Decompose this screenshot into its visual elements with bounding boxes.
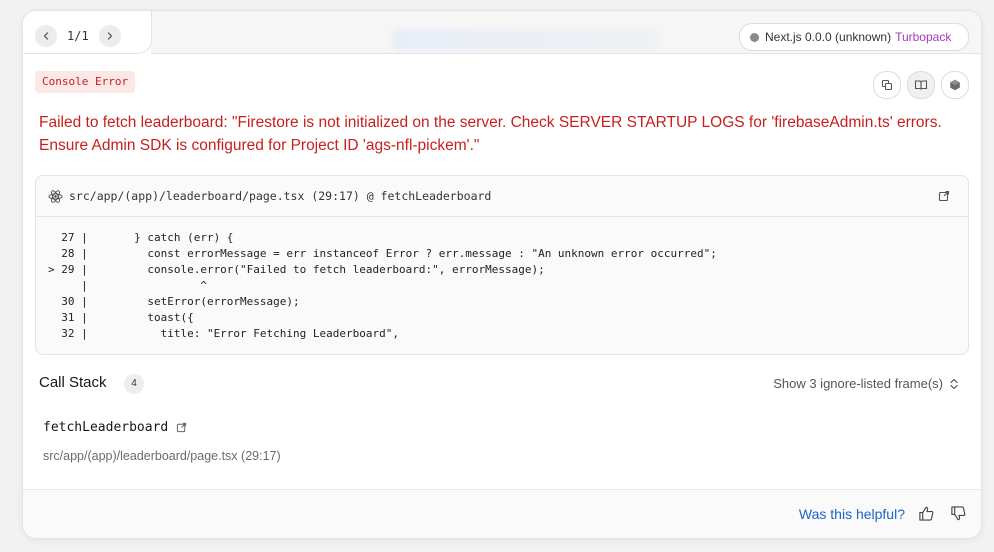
- external-link-icon: [938, 190, 950, 202]
- code-line-caret: | ^: [48, 279, 207, 292]
- prev-error-button[interactable]: [35, 25, 57, 47]
- show-ignored-frames-label: Show 3 ignore-listed frame(s): [773, 376, 943, 391]
- thumbs-down-button[interactable]: [950, 505, 967, 522]
- open-in-editor-button[interactable]: [938, 190, 950, 205]
- code-frame: src/app/(app)/leaderboard/page.tsx (29:1…: [35, 175, 969, 355]
- code-line-highlighted: > 29 | console.error("Failed to fetch le…: [48, 263, 545, 276]
- nextjs-logo-icon: [950, 79, 960, 91]
- code-line: 32 | title: "Error Fetching Leaderboard"…: [48, 327, 399, 340]
- version-label: Next.js 0.0.0 (unknown): [765, 30, 892, 44]
- code-line: 28 | const errorMessage = err instanceof…: [48, 247, 717, 260]
- error-overlay-dialog: 1/1 Next.js 0.0.0 (unknown) Turbopack Co…: [22, 10, 982, 539]
- external-link-icon: [177, 422, 187, 433]
- thumbs-up-button[interactable]: [918, 505, 935, 522]
- code-line: 31 | toast({: [48, 311, 194, 324]
- thumbs-down-icon: [951, 506, 966, 521]
- code-location: src/app/(app)/leaderboard/page.tsx (29:1…: [69, 189, 492, 203]
- react-icon: [48, 189, 63, 204]
- open-frame-button[interactable]: [176, 422, 187, 433]
- bundler-label: Turbopack: [895, 30, 952, 44]
- chevron-right-icon: [107, 32, 113, 40]
- stack-frame-name: fetchLeaderboard: [43, 420, 169, 435]
- copy-error-button[interactable]: [873, 71, 901, 99]
- nextjs-version-badge[interactable]: Next.js 0.0.0 (unknown) Turbopack: [739, 23, 969, 51]
- stack-frame-function: fetchLeaderboard: [43, 420, 187, 435]
- error-pager: 1/1: [67, 29, 89, 43]
- overlay-top-bar: 1/1 Next.js 0.0.0 (unknown) Turbopack: [23, 11, 981, 54]
- status-dot-icon: [750, 32, 759, 42]
- thumbs-up-icon: [919, 506, 934, 521]
- feedback-footer: Was this helpful?: [23, 489, 981, 538]
- code-line: 27 | } catch (err) {: [48, 231, 234, 244]
- error-message: Failed to fetch leaderboard: "Firestore …: [39, 114, 942, 154]
- feedback-prompt: Was this helpful?: [798, 506, 905, 522]
- book-icon: [914, 80, 928, 90]
- blurred-url-bar: [391, 29, 661, 51]
- nextjs-devtools-button[interactable]: [941, 71, 969, 99]
- call-stack-title: Call Stack: [39, 374, 107, 391]
- docs-button[interactable]: [907, 71, 935, 99]
- stack-frame-file: src/app/(app)/leaderboard/page.tsx (29:1…: [43, 449, 281, 463]
- code-line: 30 | setError(errorMessage);: [48, 295, 300, 308]
- show-ignored-frames-button[interactable]: Show 3 ignore-listed frame(s): [773, 376, 959, 391]
- error-type-badge: Console Error: [35, 71, 136, 93]
- code-snippet: 27 | } catch (err) { 28 | const errorMes…: [36, 217, 968, 342]
- code-frame-header: src/app/(app)/leaderboard/page.tsx (29:1…: [36, 176, 968, 217]
- chevron-left-icon: [43, 32, 49, 40]
- call-stack-count-badge: 4: [124, 374, 144, 394]
- chevron-up-down-icon: [950, 378, 958, 389]
- copy-icon: [881, 79, 893, 91]
- next-error-button[interactable]: [99, 25, 121, 47]
